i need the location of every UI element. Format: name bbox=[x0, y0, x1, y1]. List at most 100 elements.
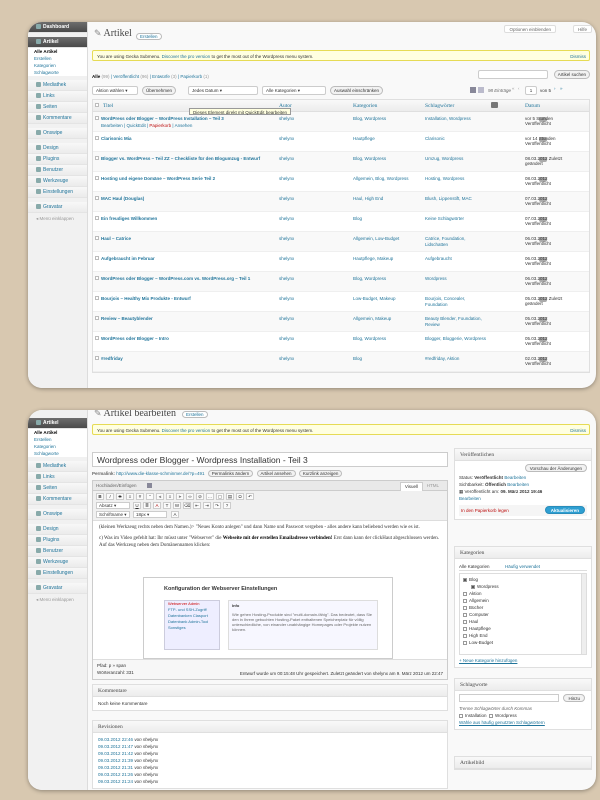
sidebar-item-pages[interactable]: Seiten bbox=[28, 483, 87, 494]
sidebar-item-design[interactable]: Design bbox=[28, 143, 87, 154]
author-link[interactable]: shelynx bbox=[279, 116, 294, 121]
dismiss-link[interactable]: Dismiss bbox=[570, 425, 586, 436]
post-title-link[interactable]: Review – Beautyblender bbox=[101, 316, 271, 321]
tags-cell[interactable]: Bourjois, Concealer, Foundation bbox=[425, 296, 487, 308]
select-all-checkbox[interactable] bbox=[95, 103, 99, 107]
category-item[interactable]: Blog bbox=[463, 576, 583, 583]
screen-options-button[interactable]: Optionen einblenden bbox=[504, 25, 556, 33]
fullscreen-button[interactable]: ▢ bbox=[216, 493, 224, 500]
category-checkbox[interactable] bbox=[463, 605, 467, 610]
category-item[interactable]: High End bbox=[463, 632, 583, 639]
revision-link[interactable]: 09.03.2012 21:31 bbox=[98, 765, 133, 770]
tags-cell[interactable]: Umzug, Wordpress bbox=[425, 156, 487, 162]
sidebar-item-design[interactable]: Design bbox=[28, 524, 87, 535]
categories-cell[interactable]: Low-Budget, Makeup bbox=[353, 296, 421, 301]
sidebar-item-posts[interactable]: Artikel bbox=[28, 37, 87, 48]
font-family-select[interactable]: Schriftname ▾ bbox=[96, 511, 130, 518]
sidebar-sub-all-posts[interactable]: Alle Artikel bbox=[28, 429, 87, 436]
bullet-list-button[interactable]: ≡ bbox=[126, 493, 134, 500]
filter-published[interactable]: Veröffentlicht bbox=[113, 74, 139, 79]
sidebar-item-tools[interactable]: Werkzeuge bbox=[28, 176, 87, 187]
row-checkbox[interactable] bbox=[95, 256, 99, 260]
tags-cell[interactable]: Keine Schlagwörter bbox=[425, 216, 487, 222]
tab-visual[interactable]: Visuell bbox=[399, 482, 423, 491]
category-checkbox[interactable] bbox=[463, 633, 467, 638]
comments-box-title[interactable]: Kommentare bbox=[93, 685, 447, 697]
categories-cell[interactable]: Blog bbox=[353, 216, 421, 221]
shortlink-button[interactable]: Kurzlink anzeigen bbox=[298, 470, 343, 477]
underline-button[interactable]: U bbox=[133, 502, 141, 509]
author-link[interactable]: shelynx bbox=[279, 316, 294, 321]
more-tag-button[interactable]: … bbox=[206, 493, 214, 500]
tab-html[interactable]: HTML bbox=[423, 482, 443, 491]
revision-link[interactable]: 09.03.2012 21:47 bbox=[98, 744, 133, 749]
embedded-screenshot-image[interactable]: Konfiguration der Webserver Einstellunge… bbox=[143, 577, 393, 659]
help-button[interactable]: Hilfe bbox=[572, 25, 592, 33]
sidebar-item-plugins[interactable]: Plugins bbox=[28, 535, 87, 546]
sidebar-item-media[interactable]: Mediathek bbox=[28, 461, 87, 472]
sidebar-collapse[interactable]: ◂ Menü einklappen bbox=[28, 597, 87, 603]
paste-text-button[interactable]: T bbox=[163, 502, 171, 509]
category-item[interactable]: Aktion bbox=[463, 590, 583, 597]
quickedit-link[interactable]: QuickEdit bbox=[126, 123, 145, 128]
sidebar-sub-new[interactable]: Erstellen bbox=[28, 436, 87, 443]
category-checkbox[interactable] bbox=[463, 577, 467, 582]
sidebar-sub-new[interactable]: Erstellen bbox=[28, 55, 87, 62]
tags-cell[interactable]: #redfriday, Aktion bbox=[425, 356, 487, 362]
categories-cell[interactable]: Hautpflege, Makeup bbox=[353, 256, 421, 261]
next-page-icon[interactable]: › bbox=[554, 86, 556, 91]
post-title-link[interactable]: Bourjois – Healthy Mix Produkte - Entwur… bbox=[101, 296, 271, 301]
search-input[interactable] bbox=[478, 70, 548, 79]
sidebar-sub-categories[interactable]: Kategorien bbox=[28, 62, 87, 69]
align-center-button[interactable]: ≡ bbox=[166, 493, 174, 500]
featured-image-box-title[interactable]: Artikelbild bbox=[455, 757, 591, 769]
sidebar-collapse[interactable]: ◂ Menü einklappen bbox=[28, 216, 87, 222]
tags-box-title[interactable]: Schlagworte bbox=[455, 679, 591, 691]
row-checkbox[interactable] bbox=[95, 116, 99, 120]
prev-page-icon[interactable]: ‹ bbox=[518, 86, 520, 91]
remove-tag-icon[interactable] bbox=[459, 713, 463, 718]
indent-button[interactable]: ⇥ bbox=[203, 502, 211, 509]
sidebar-item-dashboard[interactable]: Dashboard bbox=[28, 22, 87, 33]
category-item[interactable]: Bücher bbox=[463, 604, 583, 611]
col-date[interactable]: Datum bbox=[525, 103, 540, 109]
update-button[interactable]: Aktualisieren bbox=[544, 506, 585, 514]
row-checkbox[interactable] bbox=[95, 336, 99, 340]
filter-button[interactable]: Auswahl einschränken bbox=[330, 86, 384, 95]
author-link[interactable]: shelynx bbox=[279, 276, 294, 281]
sidebar-item-media[interactable]: Mediathek bbox=[28, 80, 87, 91]
revision-link[interactable]: 09.03.2012 21:26 bbox=[98, 772, 133, 777]
col-title[interactable]: Titel bbox=[103, 103, 113, 109]
post-title-link[interactable]: Clarisonic Mia bbox=[101, 136, 271, 141]
align-right-button[interactable]: ⫸ bbox=[176, 493, 184, 500]
post-title-link[interactable]: WordPress oder Blogger – WordPress Insta… bbox=[101, 116, 271, 121]
author-link[interactable]: shelynx bbox=[279, 236, 294, 241]
post-title-link[interactable]: Hosting und eigene Domäne – WordPress Se… bbox=[101, 176, 271, 181]
italic-button[interactable]: I bbox=[106, 493, 114, 500]
category-item[interactable]: Hautpflege bbox=[463, 625, 583, 632]
sidebar-item-settings[interactable]: Einstellungen bbox=[28, 568, 87, 579]
help-button[interactable]: ? bbox=[223, 502, 231, 509]
sidebar-sub-tags[interactable]: Schlagworte bbox=[28, 69, 87, 76]
categories-cell[interactable]: Hautpflege bbox=[353, 136, 421, 141]
category-item[interactable]: Low-Budget bbox=[463, 639, 583, 646]
post-title-link[interactable]: Aufgebraucht im Februar bbox=[101, 256, 271, 261]
edit-date-link[interactable]: Bearbeiten bbox=[459, 496, 481, 501]
categories-cell[interactable]: Blog, Wordpress bbox=[353, 156, 421, 161]
sidebar-item-onswipe[interactable]: Onswipe bbox=[28, 509, 87, 520]
post-title-link[interactable]: Haul – Catrice bbox=[101, 236, 271, 241]
sidebar-item-gravatar[interactable]: Gravatar bbox=[28, 202, 87, 213]
sidebar-item-plugins[interactable]: Plugins bbox=[28, 154, 87, 165]
revision-link[interactable]: 09.03.2012 21:39 bbox=[98, 758, 133, 763]
revisions-box-title[interactable]: Revisionen bbox=[93, 721, 447, 733]
author-link[interactable]: shelynx bbox=[279, 196, 294, 201]
tags-cell[interactable]: Catrice, Foundation, Lidschatten bbox=[425, 236, 487, 248]
category-checkbox[interactable] bbox=[463, 598, 467, 603]
sidebar-item-pages[interactable]: Seiten bbox=[28, 102, 87, 113]
bulk-action-select[interactable]: Aktion wählen ▾ bbox=[92, 86, 138, 95]
redo-button[interactable]: ↷ bbox=[213, 502, 221, 509]
filter-drafts[interactable]: Entwürfe bbox=[152, 74, 170, 79]
tags-cell[interactable]: Wordpress bbox=[425, 276, 487, 282]
categories-cell[interactable]: Haul, High End bbox=[353, 196, 421, 201]
permalink-url[interactable]: http://www.die-klasse-schminmer.de/?p=49… bbox=[116, 471, 204, 476]
